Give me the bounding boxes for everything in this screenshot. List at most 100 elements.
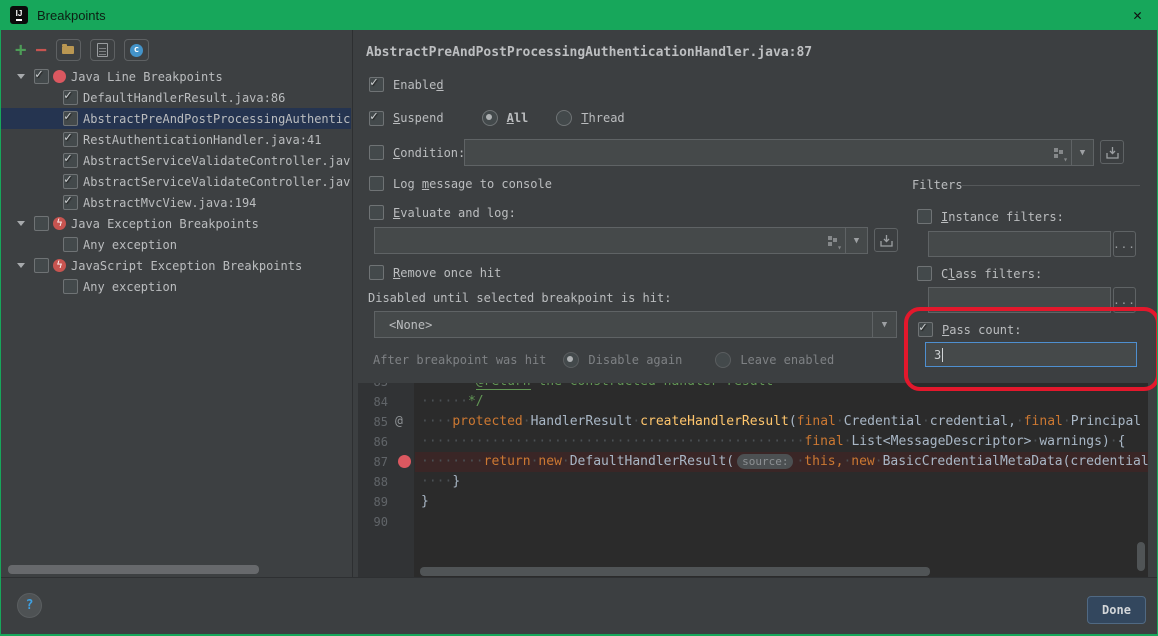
after-hit-label: After breakpoint was hit bbox=[373, 353, 546, 367]
enabled-row: Enabled bbox=[369, 77, 444, 92]
folder-icon bbox=[62, 46, 74, 54]
line-number: 84 bbox=[358, 392, 388, 412]
file-icon bbox=[97, 43, 108, 57]
breakpoint-dot-icon[interactable] bbox=[398, 455, 411, 468]
evaluate-expand-button[interactable] bbox=[874, 228, 898, 252]
line-number: 85 bbox=[358, 412, 388, 432]
editor-vertical-scrollbar[interactable] bbox=[1137, 542, 1145, 571]
tree-item[interactable]: AbstractServiceValidateController.java: bbox=[1, 171, 351, 192]
code-text: ····} bbox=[421, 472, 460, 492]
annotation-gutter-icon: @ bbox=[395, 412, 403, 432]
suspend-all-radio[interactable] bbox=[482, 110, 498, 126]
insert-variable-icon[interactable] bbox=[1054, 148, 1065, 158]
after-hit-row: After breakpoint was hit Disable again L… bbox=[373, 352, 834, 368]
instance-filters-checkbox[interactable] bbox=[917, 209, 932, 224]
log-message-row: Log message to console bbox=[369, 176, 552, 191]
class-icon: c bbox=[130, 44, 143, 57]
tree-item-checkbox[interactable] bbox=[63, 111, 78, 126]
dialog-footer: ? Done bbox=[0, 577, 1158, 636]
history-dropdown-icon[interactable]: ▼ bbox=[846, 236, 867, 246]
remove-breakpoint-button[interactable]: − bbox=[35, 41, 46, 59]
close-icon[interactable]: ✕ bbox=[1133, 6, 1142, 24]
line-number: 87 bbox=[358, 452, 388, 472]
history-dropdown-icon[interactable]: ▼ bbox=[1072, 148, 1093, 158]
help-button[interactable]: ? bbox=[17, 593, 42, 618]
remove-once-checkbox[interactable] bbox=[369, 265, 384, 280]
class-filters-label: Class filters: bbox=[941, 267, 1042, 281]
condition-checkbox[interactable] bbox=[369, 145, 384, 160]
enabled-checkbox[interactable] bbox=[369, 77, 384, 92]
expand-arrow-icon[interactable] bbox=[17, 74, 25, 79]
filters-divider bbox=[962, 185, 1140, 186]
tree-item-label: RestAuthenticationHandler.java:41 bbox=[83, 133, 321, 147]
add-breakpoint-button[interactable]: + bbox=[15, 41, 26, 59]
done-button[interactable]: Done bbox=[1087, 596, 1146, 624]
expand-arrow-icon[interactable] bbox=[17, 263, 25, 268]
tree-item-checkbox[interactable] bbox=[34, 69, 49, 84]
editor-horizontal-scrollbar[interactable] bbox=[420, 567, 930, 576]
line-number: 90 bbox=[358, 512, 388, 532]
group-by-class-button[interactable]: c bbox=[124, 39, 149, 61]
code-line: 87········return·new·DefaultHandlerResul… bbox=[358, 452, 1148, 472]
code-line: 86······································… bbox=[358, 432, 1148, 452]
tree-item[interactable]: ϟJavaScript Exception Breakpoints bbox=[1, 255, 351, 276]
code-line: 89} bbox=[358, 492, 1148, 512]
insert-variable-icon[interactable] bbox=[828, 236, 839, 246]
class-filters-checkbox[interactable] bbox=[917, 266, 932, 281]
tree-item-checkbox[interactable] bbox=[63, 153, 78, 168]
breakpoints-tree-panel: + − c Java Line BreakpointsDefaultHandle… bbox=[1, 30, 353, 577]
tree-item-checkbox[interactable] bbox=[63, 279, 78, 294]
code-text: ····protected·HandlerResult·createHandle… bbox=[421, 412, 1141, 432]
disabled-until-dropdown[interactable]: <None> ▼ bbox=[374, 311, 897, 338]
suspend-label: Suspend bbox=[393, 111, 444, 125]
instance-filters-more-button[interactable]: ... bbox=[1113, 231, 1136, 257]
leave-enabled-radio[interactable] bbox=[715, 352, 731, 368]
code-lines: 83 ·····*·@return·the·constructed·handler… bbox=[358, 383, 1148, 532]
tree-item[interactable]: AbstractMvcView.java:194 bbox=[1, 192, 351, 213]
tree-item[interactable]: Any exception bbox=[1, 234, 351, 255]
condition-expand-button[interactable] bbox=[1100, 140, 1124, 164]
disable-again-radio[interactable] bbox=[563, 352, 579, 368]
log-message-checkbox[interactable] bbox=[369, 176, 384, 191]
condition-input[interactable]: ▼ bbox=[464, 139, 1094, 166]
evaluate-checkbox[interactable] bbox=[369, 205, 384, 220]
condition-label: Condition: bbox=[393, 146, 465, 160]
chevron-down-icon[interactable]: ▼ bbox=[872, 312, 896, 337]
log-message-label: Log message to console bbox=[393, 177, 552, 191]
tree-item-label: AbstractMvcView.java:194 bbox=[83, 196, 256, 210]
code-preview-editor: 83 ·····*·@return·the·constructed·handler… bbox=[358, 383, 1148, 577]
tree-item-checkbox[interactable] bbox=[63, 174, 78, 189]
group-by-file-button[interactable] bbox=[90, 39, 115, 61]
tree-item-checkbox[interactable] bbox=[63, 132, 78, 147]
tree-item[interactable]: DefaultHandlerResult.java:86 bbox=[1, 87, 351, 108]
code-text: ······*/ bbox=[421, 392, 484, 412]
exception-breakpoint-icon: ϟ bbox=[53, 217, 66, 230]
evaluate-input[interactable]: ▼ bbox=[374, 227, 868, 254]
exception-breakpoint-icon: ϟ bbox=[53, 259, 66, 272]
tree-item[interactable]: AbstractPreAndPostProcessingAuthenticat bbox=[1, 108, 351, 129]
tree-item-checkbox[interactable] bbox=[63, 237, 78, 252]
tree-item-checkbox[interactable] bbox=[63, 195, 78, 210]
instance-filters-input[interactable] bbox=[928, 231, 1111, 257]
tree-item[interactable]: ϟJava Exception Breakpoints bbox=[1, 213, 351, 234]
tree-item-checkbox[interactable] bbox=[34, 258, 49, 273]
tree-item-checkbox[interactable] bbox=[34, 216, 49, 231]
evaluate-label: Evaluate and log: bbox=[393, 206, 516, 220]
tree-item[interactable]: AbstractServiceValidateController.java: bbox=[1, 150, 351, 171]
instance-filters-row: Instance filters: bbox=[917, 209, 1064, 224]
suspend-thread-label: Thread bbox=[581, 111, 624, 125]
line-number: 88 bbox=[358, 472, 388, 492]
tree-item-checkbox[interactable] bbox=[63, 90, 78, 105]
tree-item[interactable]: Java Line Breakpoints bbox=[1, 66, 351, 87]
tree-item[interactable]: Any exception bbox=[1, 276, 351, 297]
code-text: ·····*·@return·the·constructed·handler·r… bbox=[421, 383, 773, 392]
expand-arrow-icon[interactable] bbox=[17, 221, 25, 226]
code-line: 90 bbox=[358, 512, 1148, 532]
tree-horizontal-scrollbar[interactable] bbox=[8, 565, 259, 574]
code-text: } bbox=[421, 492, 429, 512]
suspend-thread-radio[interactable] bbox=[556, 110, 572, 126]
group-by-folder-button[interactable] bbox=[56, 39, 81, 61]
tree-item[interactable]: RestAuthenticationHandler.java:41 bbox=[1, 129, 351, 150]
suspend-checkbox[interactable] bbox=[369, 111, 384, 126]
line-number: 83 bbox=[358, 383, 388, 392]
